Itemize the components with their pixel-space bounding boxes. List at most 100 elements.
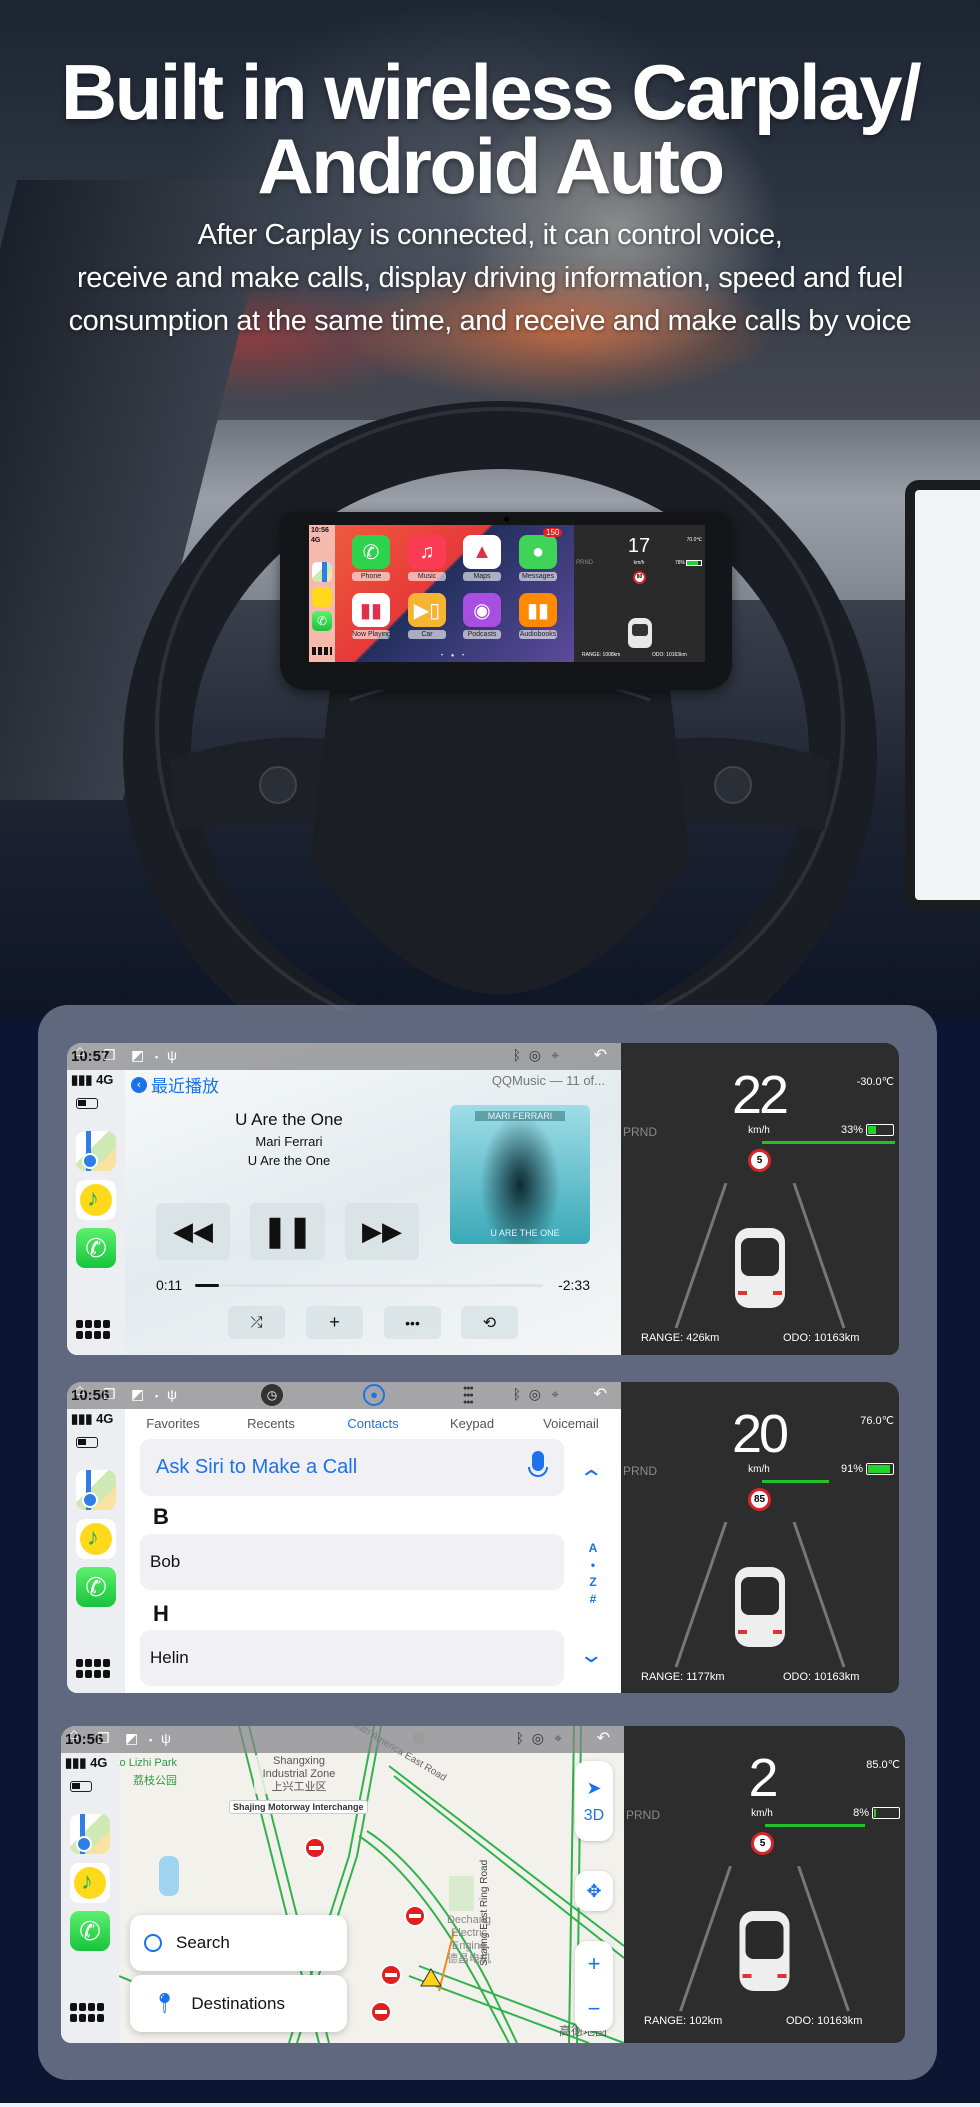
carplay-area: 10:56 ⌂ ❐ ◩ ▪ ψ ᛒ ◎ ⌖ ↶ ▮▮▮ 4G ✆ ◷ ● ●●●… — [67, 1382, 621, 1693]
lane-line-right — [792, 1522, 846, 1668]
road-lanes — [674, 1183, 846, 1329]
app-grid-icon[interactable] — [70, 2003, 104, 2023]
elapsed-time: 0:11 — [156, 1277, 183, 1293]
back-button[interactable]: ‹ 最近播放 — [131, 1072, 219, 1097]
progress-slider[interactable] — [195, 1284, 543, 1287]
contact-row[interactable]: Helin — [140, 1630, 564, 1686]
odometer-readout: ODO: 10163km — [786, 2015, 863, 2027]
maps-app-icon[interactable] — [70, 1814, 110, 1854]
network-label: 4G — [90, 1755, 108, 1770]
app-phone[interactable]: ✆ Phone — [352, 535, 390, 581]
app-car[interactable]: ▶▯ Car — [408, 593, 446, 639]
phone-app-icon[interactable]: ✆ — [76, 1567, 116, 1607]
app-music[interactable]: ♫ Music — [408, 535, 446, 581]
app-grid-icon[interactable] — [76, 1320, 110, 1340]
maps-icon[interactable] — [312, 562, 332, 582]
maps-app-icon[interactable] — [76, 1131, 116, 1171]
home-icon[interactable]: ⌂ — [75, 1043, 85, 1061]
sd-card-icon: ▪ — [149, 1735, 153, 1745]
move-arrows-icon: ✥ — [586, 1880, 602, 1901]
phone-app-icon[interactable]: ✆ — [70, 1911, 110, 1951]
zoom-in-button[interactable]: + — [588, 1951, 601, 1977]
app-podcasts[interactable]: ◉ Podcasts — [463, 593, 501, 639]
location-icon: ⌖ — [551, 1386, 559, 1402]
search-label: Search — [176, 1933, 230, 1952]
hero-subtitle-line: consumption at the same time, and receiv… — [68, 305, 912, 337]
scroll-down-icon[interactable]: ⌃ — [578, 1640, 604, 1666]
keypad-icon[interactable]: ●●● ●●● ●●● — [463, 1385, 481, 1406]
pause-icon: ❚❚ — [262, 1215, 313, 1248]
tab-keypad[interactable]: Keypad — [450, 1416, 494, 1431]
speed-readout: 22 — [731, 1065, 789, 1125]
screen-off-icon[interactable]: ◩ — [125, 1730, 138, 1747]
tab-recents[interactable]: Recents — [247, 1416, 295, 1431]
carplay-dock: ▮▮▮ 4G ✆ — [67, 1409, 125, 1693]
repeat-button[interactable]: ⟲ — [461, 1306, 518, 1339]
phone-app-icon[interactable]: ✆ — [76, 1228, 116, 1268]
windows-icon[interactable]: ❐ — [97, 1730, 110, 1747]
power-bar — [762, 1480, 829, 1483]
network-indicator: 4G — [311, 537, 321, 544]
app-now-playing[interactable]: ▮▮ Now Playing — [352, 593, 391, 639]
screen-off-icon[interactable]: ◩ — [131, 1047, 144, 1064]
network-indicator: ▮▮▮ 4G — [65, 1755, 108, 1770]
windows-icon[interactable]: ❐ — [103, 1047, 116, 1064]
app-messages[interactable]: ● Messages — [519, 535, 557, 581]
phone-icon[interactable]: ✆ — [312, 611, 332, 631]
location-arrow-icon[interactable]: ➤ — [586, 1778, 601, 1799]
3d-button[interactable]: 3D — [584, 1807, 604, 1825]
qq-music-app-icon[interactable] — [70, 1863, 110, 1903]
fast-forward-button[interactable]: ▶▶ — [345, 1203, 419, 1260]
index-letter[interactable]: # — [587, 1591, 599, 1608]
maps-app-icon[interactable] — [76, 1470, 116, 1510]
app-audiobooks[interactable]: ▮▮ Audiobooks — [519, 593, 557, 639]
recents-clock-icon[interactable]: ◷ — [261, 1384, 283, 1406]
qq-music-app-icon[interactable] — [76, 1519, 116, 1559]
app-grid-icon[interactable] — [312, 647, 332, 655]
microphone-stand — [528, 1467, 548, 1477]
status-bar: 10:56 ⌂ ❐ ◩ ▪ ψ ᛒ ◎ ⌖ ↶ — [67, 1382, 621, 1409]
back-arrow-icon[interactable]: ↶ — [594, 1384, 607, 1404]
rewind-button[interactable]: ◀◀ — [156, 1203, 230, 1260]
alphabet-index[interactable]: A • Z # — [587, 1540, 599, 1608]
hero-subtitle: After Carplay is connected, it can contr… — [0, 214, 980, 343]
app-maps[interactable]: ▲ Maps — [463, 535, 501, 581]
home-icon[interactable]: ⌂ — [75, 1382, 85, 1400]
phone-screen: 10:56 ⌂ ❐ ◩ ▪ ψ ᛒ ◎ ⌖ ↶ ▮▮▮ 4G ✆ ◷ ● ●●●… — [67, 1382, 899, 1693]
tab-voicemail[interactable]: Voicemail — [543, 1416, 599, 1431]
more-button[interactable]: ••• — [384, 1306, 441, 1339]
index-letter[interactable]: • — [587, 1557, 599, 1574]
screen-off-icon[interactable]: ◩ — [131, 1386, 144, 1403]
contacts-person-icon[interactable]: ● — [363, 1384, 385, 1406]
index-letter[interactable]: A — [587, 1540, 599, 1557]
shuffle-button[interactable]: ⤮ — [228, 1306, 285, 1339]
song-title: U Are the One — [235, 1110, 343, 1129]
scroll-up-icon[interactable]: ⌃ — [578, 1466, 604, 1492]
page-dots[interactable]: • ● • — [441, 653, 467, 659]
windows-icon[interactable]: ❐ — [103, 1386, 116, 1403]
destinations-button[interactable]: 📍︎ Destinations — [130, 1975, 347, 2032]
add-button[interactable]: + — [306, 1306, 363, 1339]
qq-music-app-icon[interactable] — [76, 1180, 116, 1220]
tab-favorites[interactable]: Favorites — [146, 1416, 199, 1431]
search-button[interactable]: Search — [130, 1915, 347, 1971]
car-icon — [739, 1911, 790, 1991]
back-arrow-icon[interactable]: ↶ — [594, 1045, 607, 1065]
siri-call-button[interactable]: Ask Siri to Make a Call — [140, 1439, 564, 1496]
app-grid-icon[interactable] — [76, 1659, 110, 1679]
qq-music-icon[interactable] — [312, 587, 332, 607]
index-letter[interactable]: Z — [587, 1574, 599, 1591]
battery-percent: 78% — [674, 560, 685, 566]
contact-row[interactable]: Bob — [140, 1534, 564, 1590]
tab-contacts[interactable]: Contacts — [347, 1416, 398, 1431]
sd-card-icon: ▪ — [155, 1052, 159, 1062]
pause-button[interactable]: ❚❚ — [250, 1203, 325, 1260]
album-name: U Are the One — [247, 1153, 331, 1168]
home-icon[interactable]: ⌂ — [69, 1726, 79, 1744]
speed-limit-sign: 80 — [633, 571, 646, 584]
back-arrow-icon[interactable]: ↶ — [597, 1728, 610, 1748]
pan-button[interactable]: ✥ — [575, 1871, 613, 1911]
zoom-out-button[interactable]: − — [588, 1996, 601, 2022]
lane-line-left — [674, 1183, 728, 1329]
siri-label: Ask Siri to Make a Call — [156, 1456, 358, 1478]
